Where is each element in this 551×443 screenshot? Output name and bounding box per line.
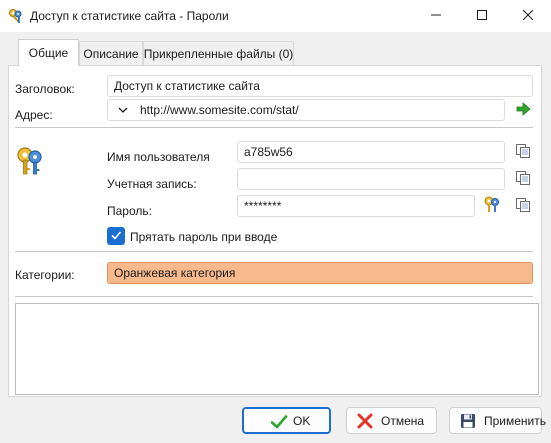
copy-icon [515,197,531,216]
keys-icon [483,195,501,216]
close-button[interactable] [505,0,551,32]
checkmark-icon [110,229,122,244]
generate-password-button[interactable] [482,195,502,215]
password-label: Пароль: [107,204,152,218]
window-title: Доступ к статистике сайта - Пароли [30,9,229,23]
tab-attachments[interactable]: Прикрепленные файлы (0) [143,41,294,65]
keys-app-icon [8,8,24,24]
tab-general[interactable]: Общие [18,39,79,66]
copy-username-button[interactable] [513,142,533,162]
divider [15,296,533,297]
go-arrow-icon [515,101,531,120]
open-url-button[interactable] [513,100,533,120]
address-combobox[interactable]: http://www.somesite.com/stat/ [107,99,505,121]
maximize-icon [477,9,487,23]
apply-button[interactable]: Применить [449,407,546,434]
ok-button[interactable]: OK [242,407,331,434]
ok-label: OK [293,414,311,428]
checkmark-icon [270,413,288,429]
username-field[interactable]: a785w56 [237,141,505,163]
hide-password-checkbox[interactable] [107,227,125,245]
copy-password-button[interactable] [513,196,533,216]
keys-icon [15,145,47,180]
username-label: Имя пользователя [107,150,210,164]
copy-icon [515,143,531,162]
account-field[interactable] [237,168,505,190]
title-label: Заголовок: [15,82,75,96]
minimize-button[interactable] [413,0,459,32]
tab-description[interactable]: Описание [79,41,143,65]
password-field[interactable]: ******** [237,195,475,217]
chevron-down-icon[interactable] [108,103,138,117]
title-field[interactable]: Доступ к статистике сайта [107,75,533,97]
cancel-label: Отмена [381,414,425,428]
category-label: Категории: [15,268,75,282]
category-field[interactable]: Оранжевая категория [107,262,533,284]
hide-password-label[interactable]: Прятать пароль при вводе [130,230,277,244]
copy-icon [515,170,531,189]
address-label: Адрес: [15,108,53,122]
notes-textarea[interactable] [15,303,539,395]
account-label: Учетная запись: [107,177,197,191]
minimize-icon [431,9,441,23]
title-bar[interactable]: Доступ к статистике сайта - Пароли [0,0,551,32]
cancel-button[interactable]: Отмена [346,407,437,434]
cancel-x-icon [357,413,373,429]
divider [15,251,533,252]
close-icon [522,9,534,23]
save-disk-icon [460,413,476,429]
maximize-button[interactable] [459,0,505,32]
apply-label: Применить [484,414,547,428]
divider [15,127,533,128]
address-value: http://www.somesite.com/stat/ [140,103,299,117]
copy-account-button[interactable] [513,169,533,189]
